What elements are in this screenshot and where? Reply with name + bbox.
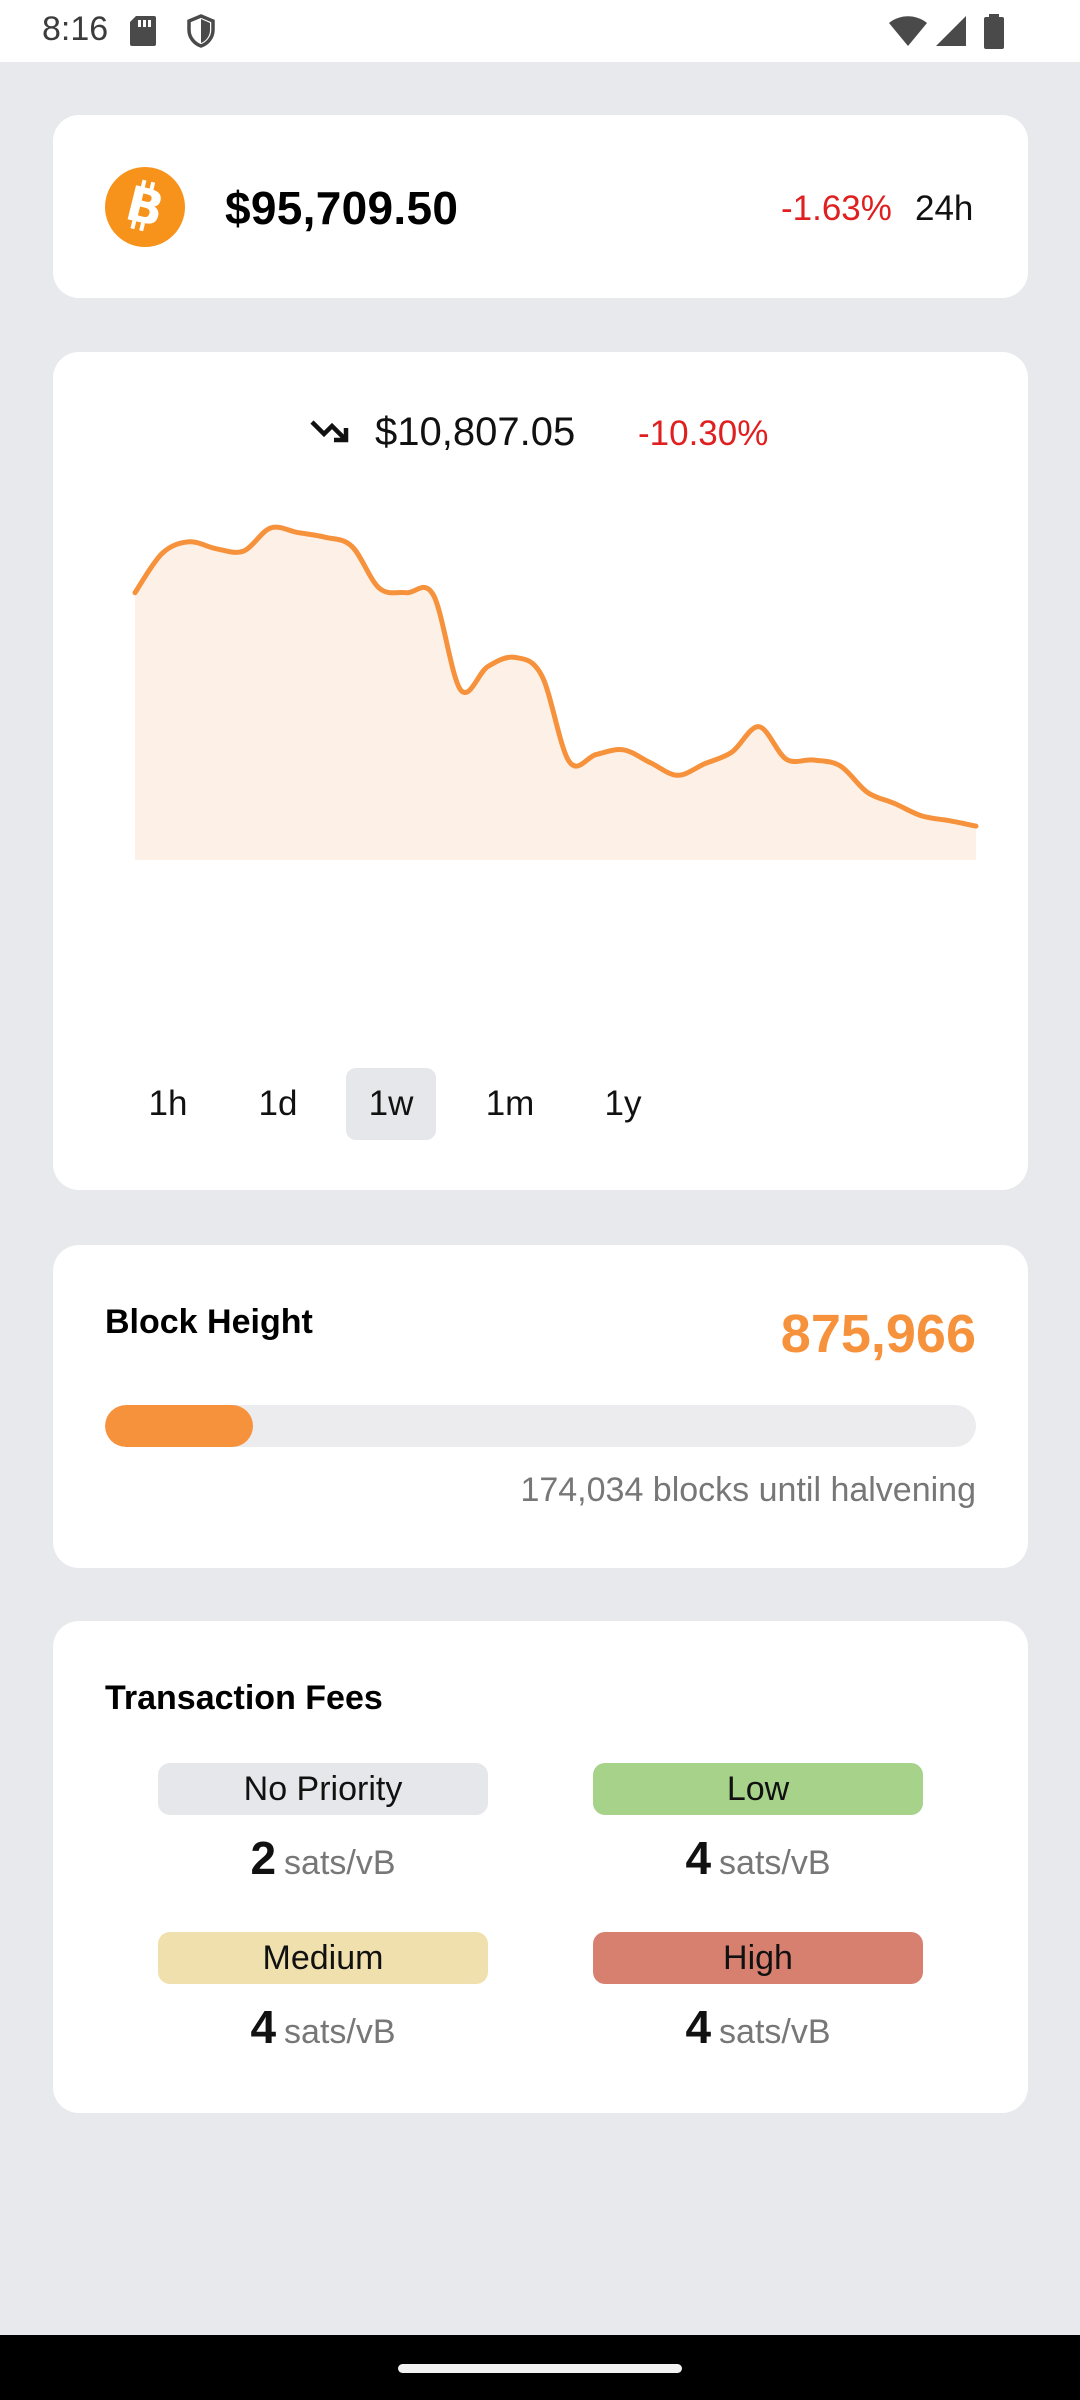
fee-value-low: 4	[685, 1832, 712, 1884]
chart-card: $10,807.05 -10.30% 1h 1d 1w 1m 1y	[53, 352, 1028, 1190]
battery-icon	[984, 14, 1004, 49]
transaction-fees-card: Transaction Fees No Priority 2 sats/vB Lo…	[53, 1621, 1028, 2113]
fee-badge-high: High	[593, 1932, 923, 1984]
block-height-value: 875,966	[780, 1304, 976, 1364]
signal-icon	[936, 16, 966, 46]
fee-medium: Medium 4 sats/vB	[158, 1932, 488, 2062]
bitcoin-logo-icon: B	[105, 167, 185, 247]
fee-badge-low: Low	[593, 1763, 923, 1815]
fee-no-priority: No Priority 2 sats/vB	[158, 1763, 488, 1893]
chart-delta-value: $10,807.05	[375, 410, 576, 454]
halving-remaining-text: 174,034 blocks until halvening	[520, 1471, 976, 1509]
block-height-card: Block Height 875,966 174,034 blocks unti…	[53, 1245, 1028, 1568]
fee-value-high: 4	[685, 2001, 712, 2053]
fees-title: Transaction Fees	[105, 1679, 383, 1717]
price-change: -1.63%	[781, 189, 892, 228]
sd-card-icon	[130, 16, 156, 46]
price-card: B $95,709.50 -1.63% 24h	[53, 115, 1028, 298]
chart-delta-percent: -10.30%	[638, 414, 769, 453]
range-tab-1w[interactable]: 1w	[346, 1068, 436, 1140]
price-value: $95,709.50	[225, 182, 459, 234]
fee-unit: sats/vB	[719, 1844, 831, 1882]
halving-progress-fill	[105, 1405, 254, 1447]
navigation-bar	[0, 2335, 1080, 2400]
trending-down-icon	[310, 420, 349, 443]
status-time: 8:16	[42, 10, 109, 48]
wifi-icon	[889, 16, 927, 46]
chart-area-fill	[135, 527, 976, 860]
fee-unit: sats/vB	[284, 1844, 396, 1882]
shield-icon	[187, 14, 215, 48]
fee-low: Low 4 sats/vB	[593, 1763, 923, 1893]
halving-progress-bar	[105, 1405, 976, 1447]
chart-header: $10,807.05 -10.30%	[53, 404, 1028, 464]
range-tab-1m[interactable]: 1m	[465, 1068, 555, 1140]
fee-value-no-priority: 2	[250, 1832, 277, 1884]
price-chart[interactable]	[53, 502, 1028, 872]
range-tab-1h[interactable]: 1h	[123, 1068, 213, 1140]
status-bar: 8:16	[0, 0, 1080, 62]
block-height-label: Block Height	[105, 1303, 313, 1341]
price-period: 24h	[915, 189, 974, 228]
fee-unit: sats/vB	[719, 2013, 831, 2051]
fee-high: High 4 sats/vB	[593, 1932, 923, 2062]
home-gesture-handle[interactable]	[398, 2364, 682, 2373]
fee-unit: sats/vB	[284, 2013, 396, 2051]
range-tab-1d[interactable]: 1d	[233, 1068, 323, 1140]
range-tab-1y[interactable]: 1y	[578, 1068, 668, 1140]
fee-badge-medium: Medium	[158, 1932, 488, 1984]
fee-value-medium: 4	[250, 2001, 277, 2053]
fee-badge-no-priority: No Priority	[158, 1763, 488, 1815]
